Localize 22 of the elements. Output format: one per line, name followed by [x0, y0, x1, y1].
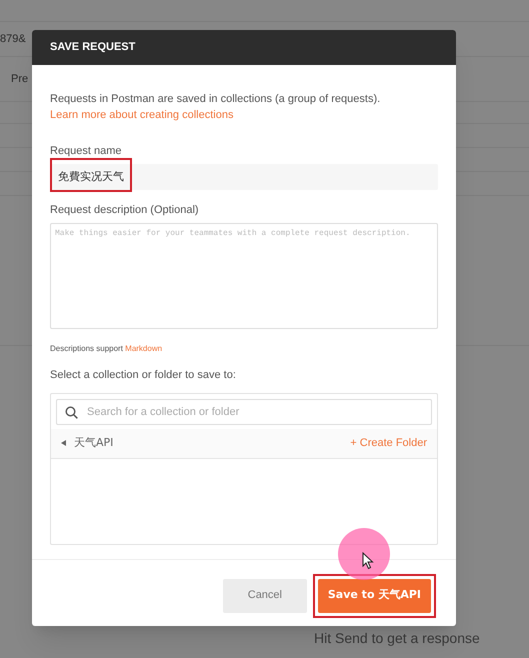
create-folder-link[interactable]: + Create Folder — [350, 434, 427, 452]
cursor-icon — [362, 552, 374, 570]
search-icon — [65, 406, 78, 418]
save-button[interactable]: Save to 天气API — [318, 578, 431, 612]
tab-label: Pre — [11, 72, 28, 87]
request-name-field[interactable]: 免費实况天气 — [50, 164, 438, 190]
field-label: Request description (Optional) — [50, 202, 200, 218]
dialog-title: SAVE REQUEST — [50, 40, 136, 56]
collection-row[interactable]: 天气API + Create Folder — [51, 428, 437, 458]
collection-search-field[interactable]: Search for a collection or folder — [56, 398, 432, 424]
intro-text: Requests in Postman are saved in collections (a group of requests). — [50, 92, 382, 107]
collection-name: 天气API — [74, 434, 114, 451]
caret-icon[interactable] — [61, 440, 66, 446]
learn-more-link[interactable]: Learn more about creating collections — [50, 107, 234, 123]
cancel-button[interactable]: Cancel — [222, 578, 307, 612]
url-text: 879& — [0, 32, 26, 47]
markdown-link[interactable]: Markdown — [125, 344, 162, 353]
select-label: Select a collection or folder to save to: — [50, 368, 237, 383]
markdown-hint: Descriptions support Markdown — [50, 343, 164, 355]
description-field[interactable]: Make things easier for your teammates with a complete request description. — [50, 223, 438, 329]
response-hint: Hit Send to get a response — [314, 630, 480, 646]
field-label: Request name — [50, 144, 123, 159]
